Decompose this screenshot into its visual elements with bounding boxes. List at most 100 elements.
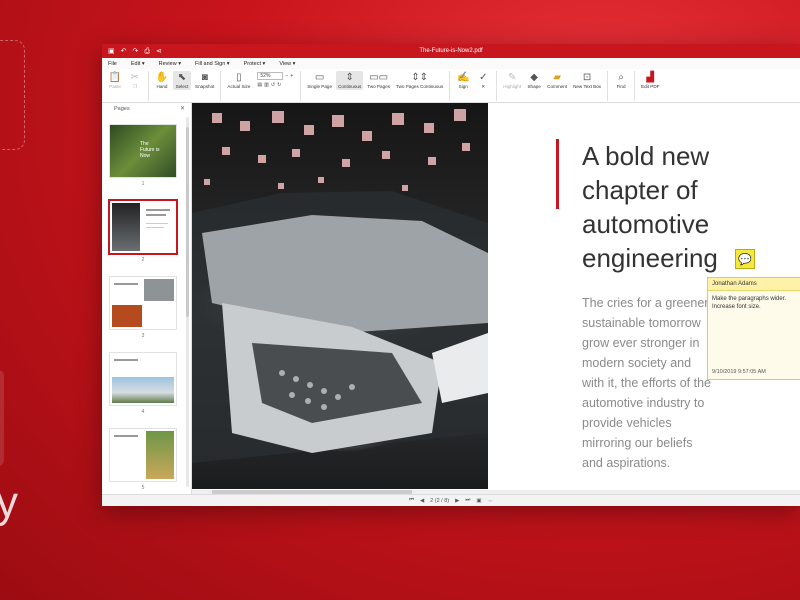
ribbon-separator xyxy=(300,71,302,101)
page-indicator[interactable]: 2 (2 / 8) xyxy=(430,498,449,504)
rotate-right-icon[interactable]: ↻ xyxy=(277,82,281,88)
pages-panel-header: Pages ✕ xyxy=(102,103,191,115)
pages-panel: Pages ✕ The Future is Now 1 2 3 4 5 xyxy=(102,103,192,494)
thumbnail-text-line xyxy=(114,283,138,285)
actual-size-button[interactable]: ▯ Actual Size xyxy=(225,71,252,90)
page-number-3: 3 xyxy=(141,333,145,339)
shape-icon: ◆ xyxy=(530,72,538,83)
pages-panel-title: Pages xyxy=(114,106,130,112)
highlight-icon: ✎ xyxy=(508,72,517,83)
shape-button[interactable]: ◆ Shape xyxy=(525,71,543,90)
ribbon-toolbar: 📋 Paste ✂ ❐ ✋ Hand ⬉ Select ◙ Snapshot ▯ Actua… xyxy=(102,69,800,103)
two-pages-continuous-button[interactable]: ⇕⇕ Two Pages Continuous xyxy=(394,71,445,90)
zoom-out-icon[interactable]: − xyxy=(285,73,288,79)
checkmark-icon: ✓ xyxy=(479,72,488,83)
new-text-box-button[interactable]: ⊡ New Text Box xyxy=(571,71,603,90)
ribbon-separator xyxy=(607,71,609,101)
comment-note-icon[interactable]: 💬 xyxy=(735,249,755,269)
fit-page-icon[interactable]: ▤ xyxy=(257,82,262,88)
ribbon-separator xyxy=(634,71,636,101)
check-cross-buttons[interactable]: ✓ ✕ xyxy=(474,71,492,90)
workspace: Pages ✕ The Future is Now 1 2 3 4 5 A bo… xyxy=(102,103,800,506)
first-page-icon[interactable]: ⏮ xyxy=(409,497,414,504)
single-page-icon: ▭ xyxy=(314,72,325,83)
zoom-level-select[interactable]: 52% xyxy=(257,72,284,80)
thumbnail-text-line xyxy=(146,223,168,224)
cut-copy-buttons[interactable]: ✂ ❐ xyxy=(126,71,144,90)
next-page-icon[interactable]: ▶ xyxy=(455,498,459,504)
zoom-in-icon[interactable]: + xyxy=(290,73,293,79)
copy-icon: ❐ xyxy=(132,84,138,89)
menu-protect[interactable]: Protect ▾ xyxy=(244,61,266,67)
menu-view[interactable]: View ▾ xyxy=(279,61,295,67)
document-paragraph: The cries for a greener, sustainable tom… xyxy=(582,296,712,470)
single-page-button[interactable]: ▭ Single Page xyxy=(305,71,334,90)
comment-popup[interactable]: Jonathan Adams Make the paragraphs wider… xyxy=(707,277,800,380)
two-pages-icon: ▭▭ xyxy=(369,72,389,83)
page-number-5: 5 xyxy=(141,485,145,491)
page-thumbnail-2[interactable] xyxy=(110,201,176,253)
window-title: The-Future-is-Now2.pdf xyxy=(419,48,483,54)
page-number-4: 4 xyxy=(141,409,145,415)
heading-accent-bar xyxy=(556,139,559,209)
sign-button[interactable]: ✍ Sign xyxy=(454,71,472,90)
ribbon-separator xyxy=(148,71,149,101)
close-icon[interactable]: ✕ xyxy=(180,105,185,112)
comment-timestamp: 9/10/2019 9:57:05 AM xyxy=(712,369,766,375)
camera-icon: ◙ xyxy=(201,72,208,83)
paste-button[interactable]: 📋 Paste xyxy=(106,71,124,90)
previous-page-icon[interactable]: ◀ xyxy=(420,498,424,504)
edit-pdf-button[interactable]: ▟ Edit PDF xyxy=(639,71,661,90)
car-photo xyxy=(192,103,488,489)
last-page-icon[interactable]: ⏭ xyxy=(465,497,470,504)
thumbnail-image xyxy=(112,203,140,251)
fit-width-status-icon[interactable]: ⇔ xyxy=(488,498,494,504)
page-number-2: 2 xyxy=(141,257,145,263)
background-decoration-frame xyxy=(0,40,25,150)
status-bar: ⏮ ◀ 2 (2 / 8) ▶ ⏭ ▣ ⇔ xyxy=(102,494,800,506)
cross-icon: ✕ xyxy=(481,84,486,89)
thumbnail-text-line xyxy=(146,227,164,228)
ribbon-separator xyxy=(449,71,451,101)
fit-width-icon[interactable]: ▥ xyxy=(264,82,269,88)
page-thumbnail-3[interactable] xyxy=(110,277,176,329)
search-icon: ⌕ xyxy=(618,72,624,83)
rotate-left-icon[interactable]: ↺ xyxy=(271,82,275,88)
fit-page-status-icon[interactable]: ▣ xyxy=(476,498,481,504)
page-thumbnail-4[interactable] xyxy=(110,353,176,405)
background-decoration-tile xyxy=(0,370,4,466)
cut-icon: ✂ xyxy=(130,72,140,83)
snapshot-button[interactable]: ◙ Snapshot xyxy=(193,71,216,90)
menu-edit[interactable]: Edit ▾ xyxy=(131,61,145,67)
thumbnail-text-line xyxy=(114,435,138,437)
two-pages-continuous-icon: ⇕⇕ xyxy=(411,72,429,83)
menu-file[interactable]: File xyxy=(108,61,117,67)
pdf-icon: ▟ xyxy=(646,72,655,83)
pages-panel-scrollbar[interactable] xyxy=(186,117,189,487)
thumbnail-title: The Future is Now xyxy=(140,141,160,159)
comment-icon: ▰ xyxy=(553,72,561,83)
comment-text[interactable]: Make the paragraphs wider. Increase font… xyxy=(708,291,800,315)
cursor-icon: ⬉ xyxy=(177,72,187,83)
two-pages-button[interactable]: ▭▭ Two Pages xyxy=(365,71,392,90)
menu-fill-and-sign[interactable]: Fill and Sign ▾ xyxy=(195,61,230,67)
thumbnail-text-line xyxy=(114,359,138,361)
hand-icon: ✋ xyxy=(155,72,169,83)
comment-button[interactable]: ▰ Comment xyxy=(545,71,569,90)
select-tool-button[interactable]: ⬉ Select xyxy=(173,71,191,90)
highlight-button[interactable]: ✎ Highlight xyxy=(501,71,523,90)
page-thumbnail-5[interactable] xyxy=(110,429,176,481)
page-thumbnail-1[interactable]: The Future is Now xyxy=(110,125,176,177)
find-button[interactable]: ⌕ Find xyxy=(612,71,630,90)
menu-review[interactable]: Review ▾ xyxy=(159,61,181,67)
sign-icon: ✍ xyxy=(457,72,470,83)
document-heading: A bold new chapter of automotive enginee… xyxy=(582,141,718,273)
continuous-button[interactable]: ⇕ Continuous xyxy=(336,71,364,90)
thumbnail-text-line xyxy=(146,214,166,216)
document-view[interactable]: A bold new chapter of automotive enginee… xyxy=(192,103,800,494)
hand-tool-button[interactable]: ✋ Hand xyxy=(153,71,171,90)
thumbnail-image xyxy=(146,431,174,479)
thumbnail-image xyxy=(112,305,142,327)
background-decoration-glyph: y xyxy=(0,478,18,527)
paste-icon: 📋 xyxy=(108,72,122,83)
